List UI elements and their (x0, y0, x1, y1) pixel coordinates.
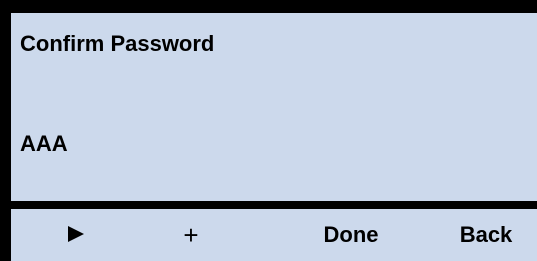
phone-screen: Confirm Password AAA + Done Back (11, 13, 537, 261)
password-field[interactable]: AAA (20, 131, 68, 157)
back-softkey[interactable]: Back (441, 209, 531, 261)
entry-panel: Confirm Password AAA (11, 13, 537, 201)
screen-title: Confirm Password (20, 31, 215, 56)
play-icon (68, 226, 84, 243)
done-softkey[interactable]: Done (291, 209, 411, 261)
play-softkey[interactable] (31, 209, 121, 261)
softkey-bar: + Done Back (11, 209, 537, 261)
plus-softkey[interactable]: + (141, 209, 241, 261)
